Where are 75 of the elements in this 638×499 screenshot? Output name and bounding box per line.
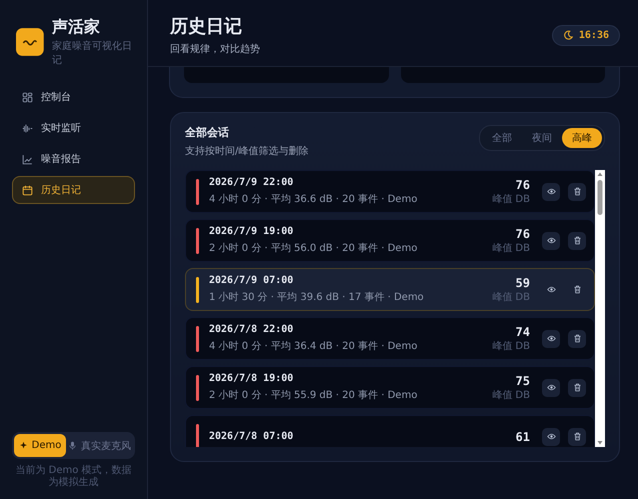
session-time: 2026/7/9 19:00 [209, 226, 294, 237]
app-name: 声活家 [52, 17, 101, 38]
peak-label: 峰值 DB [492, 340, 530, 352]
peak-value: 76 [516, 178, 530, 192]
session-meta: 1 小时 30 分 · 平均 39.6 dB · 17 事件 · Demo [209, 290, 425, 304]
session-meta: 2 小时 0 分 · 平均 56.0 dB · 20 事件 · Demo [209, 242, 418, 255]
nav-item[interactable]: 噪音报告 [12, 145, 135, 173]
peak-label: 峰值 DB [492, 388, 530, 402]
waveform-icon [22, 122, 33, 134]
session-row[interactable]: 2026/7/8 22:00 4 小时 0 分 · 平均 36.4 dB · 20 事件 · Demo 74 峰值 DB [185, 317, 595, 360]
eye-icon [546, 236, 556, 245]
line-chart-icon [22, 154, 33, 164]
session-time: 2026/7/8 19:00 [209, 373, 294, 384]
eye-icon [546, 334, 556, 343]
trash-icon [572, 334, 582, 343]
view-button[interactable] [542, 232, 560, 250]
delete-button[interactable] [568, 182, 586, 200]
eye-icon [546, 285, 556, 294]
view-button[interactable] [542, 378, 560, 396]
logo-icon [16, 27, 44, 57]
peak-value: 59 [516, 276, 530, 290]
nav-item[interactable]: 控制台 [12, 83, 135, 111]
calendar-icon [22, 184, 33, 196]
session-row[interactable]: 2026/7/9 22:00 4 小时 0 分 · 平均 36.6 dB · 20 事件 · Demo 76 峰值 DB [185, 170, 595, 213]
eye-icon [546, 432, 556, 441]
microphone-icon [68, 441, 77, 450]
session-time: 2026/7/9 07:00 [209, 275, 294, 286]
grid-icon [22, 92, 33, 102]
session-time: 2026/7/8 07:00 [209, 431, 294, 442]
session-meta: 4 小时 0 分 · 平均 36.6 dB · 20 事件 · Demo [209, 192, 418, 206]
mode-note: 当前为 Demo 模式，数据为模拟生成 [14, 465, 133, 489]
peak-value: 74 [516, 324, 530, 338]
filter-tab[interactable]: 夜间 [522, 128, 562, 148]
peak-value: 76 [516, 226, 530, 240]
panel-title: 全部会话 [185, 125, 230, 140]
peak-value: 61 [516, 430, 530, 444]
clock-badge: 16:36 [552, 24, 620, 46]
session-time: 2026/7/9 22:00 [209, 177, 294, 188]
nav-item[interactable]: 实时监听 [12, 114, 135, 142]
nav-item[interactable]: 历史日记 [12, 176, 135, 204]
session-row[interactable]: 2026/7/8 19:00 2 小时 0 分 · 平均 55.9 dB · 20 事件 · Demo 75 峰值 DB [185, 366, 595, 409]
delete-button[interactable] [568, 232, 586, 250]
view-button[interactable] [542, 428, 560, 446]
trash-icon [572, 187, 582, 196]
session-row[interactable]: 2026/7/9 07:00 1 小时 30 分 · 平均 39.6 dB · 17 事件 · Demo 59 峰值 DB [185, 268, 595, 311]
delete-button[interactable] [568, 330, 586, 348]
view-button[interactable] [542, 330, 560, 348]
view-button[interactable] [542, 182, 560, 200]
eye-icon [546, 187, 556, 196]
session-meta: 2 小时 0 分 · 平均 55.9 dB · 20 事件 · Demo [209, 388, 418, 402]
peak-value: 75 [516, 374, 530, 388]
scrollbar[interactable] [595, 170, 605, 447]
delete-button[interactable] [568, 378, 586, 396]
trash-icon [572, 285, 582, 294]
page-title: 历史日记 [170, 15, 243, 38]
panel-subtitle: 支持按时间/峰值筛选与删除 [185, 144, 308, 158]
moon-icon [562, 30, 573, 40]
eye-icon [546, 383, 556, 392]
mode-button[interactable]: Demo [14, 434, 66, 457]
session-meta: 4 小时 0 分 · 平均 36.4 dB · 20 事件 · Demo [209, 340, 418, 353]
trash-icon [572, 236, 582, 245]
sparkle-icon [18, 441, 28, 450]
trash-icon [572, 383, 582, 392]
peak-label: 峰值 DB [492, 242, 530, 254]
peak-label: 峰值 DB [492, 290, 530, 304]
app-tagline: 家庭噪音可视化日记 [52, 40, 133, 67]
session-row[interactable]: 2026/7/9 19:00 2 小时 0 分 · 平均 56.0 dB · 20 事件 · Demo 76 峰值 DB [185, 219, 595, 262]
session-time: 2026/7/8 22:00 [209, 324, 294, 335]
session-row[interactable]: 2026/7/8 07:00 61 [185, 415, 595, 447]
page-subtitle: 回看规律，对比趋势 [170, 42, 260, 56]
filter-tab[interactable]: 全部 [482, 128, 522, 148]
peak-label: 峰值 DB [492, 192, 530, 206]
trash-icon [572, 432, 582, 441]
filter-tab[interactable]: 高峰 [562, 128, 602, 148]
delete-button[interactable] [568, 428, 586, 446]
